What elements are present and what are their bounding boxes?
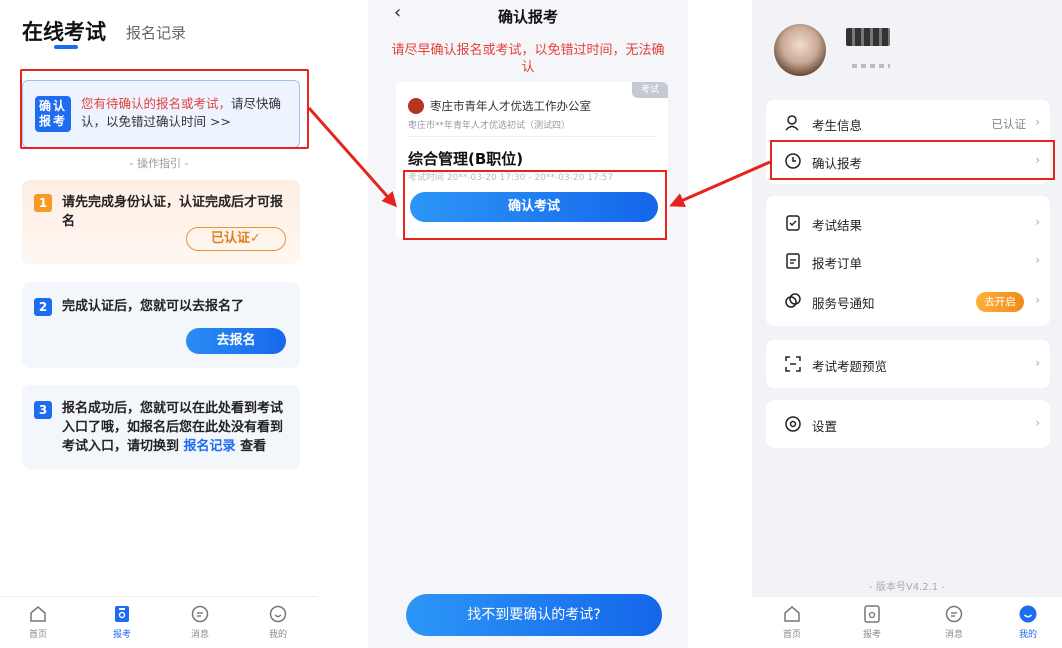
tab-label: 首页 (782, 630, 801, 640)
menu-label: 考试结果 (812, 218, 863, 233)
tab-home[interactable]: 首页 (764, 604, 820, 640)
chevron-right-icon: › (1035, 293, 1040, 307)
tab-label: 消息 (190, 630, 209, 640)
tab-registration-records[interactable]: 报名记录 (126, 22, 186, 43)
menu-label: 服务号通知 (812, 296, 875, 311)
exam-name: 综合管理(B职位) (408, 150, 524, 168)
menu-item-apply-orders[interactable]: 报考订单 › (766, 244, 1050, 278)
tutorial-composite: 在线考试 报名记录 确认 报考 您有待确认的报名或考试，请尽快确认，以免错过确认时… (0, 0, 1062, 648)
tab-messages[interactable]: 消息 (926, 604, 982, 640)
records-link[interactable]: 报名记录 (184, 439, 236, 454)
divider (408, 136, 656, 137)
exam-subtitle: 枣庄市**年青年人才优选初试（测试四） (408, 121, 571, 131)
menu-group-preview: 考试考题预览 › (766, 340, 1050, 388)
step-number-3: 3 (34, 401, 52, 419)
version-label: - 版本号V4.2.1 - (869, 582, 945, 593)
page-title: 确认报考 (497, 8, 558, 26)
apply-icon (864, 605, 880, 623)
tab-profile[interactable]: 我的 (1000, 604, 1056, 640)
menu-label: 报考订单 (812, 256, 863, 271)
step-number-2: 2 (34, 298, 52, 316)
menu-item-question-preview[interactable]: 考试考题预览 › (766, 347, 1050, 381)
profile-screen: 考生信息 已认证 › 确认报考 › 考试结果 › 报考订单 › 服务号通知 去开… (752, 0, 1062, 648)
menu-item-candidate-info[interactable]: 考生信息 已认证 › (766, 106, 1050, 140)
message-icon (945, 605, 963, 623)
page-title: 在线考试 (22, 20, 106, 44)
apply-icon (115, 606, 129, 622)
verified-button[interactable]: 已认证✓ (186, 227, 286, 251)
profile-icon (1019, 605, 1037, 623)
chevron-right-icon: › (1035, 215, 1040, 229)
step-number-1: 1 (34, 194, 52, 212)
tab-label: 报考 (112, 630, 131, 640)
chevron-right-icon: › (1035, 253, 1040, 267)
tab-label: 我的 (1018, 630, 1037, 640)
go-apply-button[interactable]: 去报名 (186, 328, 286, 354)
confirm-exam-screen: ‹ 确认报考 请尽早确认报名或考试，以免错过时间，无法确认 考试 枣庄市青年人才… (368, 0, 688, 648)
annotation-highlight-box (770, 140, 1055, 180)
blurred-user-id (852, 64, 890, 68)
tab-apply[interactable]: 报考 (844, 604, 900, 640)
home-icon (784, 606, 800, 622)
annotation-highlight-box (403, 170, 667, 240)
guide-heading: - 操作指引 - (129, 157, 189, 170)
avatar[interactable] (774, 24, 826, 76)
tab-home[interactable]: 首页 (10, 604, 66, 640)
exam-tag-badge: 考试 (632, 82, 668, 98)
menu-label: 设置 (812, 419, 838, 434)
step-card-verify: 1 请先完成身份认证，认证完成后才可报名 已认证✓ (22, 180, 300, 264)
person-icon (785, 115, 799, 131)
active-tab-indicator (54, 45, 78, 49)
menu-label: 考试考题预览 (812, 359, 888, 374)
step-card-entry: 3 报名成功后，您就可以在此处看到考试入口了哦，如报名后您在此处没有看到考试入口… (22, 385, 300, 469)
step3-text-after: 查看 (235, 439, 267, 454)
chevron-right-icon: › (1035, 416, 1040, 430)
organization-name: 枣庄市青年人才优选工作办公室 (430, 99, 591, 113)
preview-icon (785, 356, 801, 372)
menu-item-settings[interactable]: 设置 › (766, 407, 1050, 441)
step-card-apply: 2 完成认证后，您就可以去报名了 去报名 (22, 282, 300, 368)
menu-group-settings: 设置 › (766, 400, 1050, 448)
clipboard-icon (786, 215, 800, 231)
notify-icon (785, 293, 801, 308)
profile-icon (269, 605, 287, 623)
online-exam-screen: 在线考试 报名记录 确认 报考 您有待确认的报名或考试，请尽快确认，以免错过确认时… (0, 0, 318, 648)
enable-notify-badge[interactable]: 去开启 (976, 292, 1024, 312)
tab-label: 报考 (862, 630, 881, 640)
bottom-tab-bar: 首页 报考 消息 我的 (0, 596, 318, 648)
tab-profile[interactable]: 我的 (250, 604, 306, 640)
verification-status: 已认证 (991, 117, 1027, 131)
tab-label: 首页 (28, 630, 47, 640)
blurred-username (846, 28, 890, 46)
tab-label: 消息 (944, 630, 963, 640)
menu-item-exam-results[interactable]: 考试结果 › (766, 206, 1050, 240)
menu-label: 考生信息 (812, 118, 863, 133)
confirm-warning: 请尽早确认报名或考试，以免错过时间，无法确认 (391, 43, 665, 75)
menu-group-exam: 考试结果 › 报考订单 › 服务号通知 去开启 › (766, 196, 1050, 326)
step-text-2: 完成认证后，您就可以去报名了 (62, 299, 245, 314)
tab-label: 我的 (268, 630, 287, 640)
menu-item-service-notify[interactable]: 服务号通知 去开启 › (766, 284, 1050, 318)
step-text-1: 请先完成身份认证，认证完成后才可报名 (62, 195, 284, 229)
chevron-right-icon: › (1035, 356, 1040, 370)
message-icon (191, 605, 209, 623)
order-icon (786, 253, 800, 269)
exam-not-found-button[interactable]: 找不到要确认的考试? (406, 594, 662, 636)
bottom-tab-bar: 首页 报考 消息 我的 (752, 596, 1062, 648)
tab-messages[interactable]: 消息 (172, 604, 228, 640)
home-icon (30, 606, 46, 622)
organization-logo-icon (408, 98, 424, 114)
chevron-right-icon: › (1035, 115, 1040, 129)
annotation-highlight-box (20, 69, 309, 149)
step-text-3: 报名成功后，您就可以在此处看到考试入口了哦，如报名后您在此处没有看到考试入口，请… (62, 399, 294, 456)
tab-apply[interactable]: 报考 (94, 604, 150, 640)
settings-icon (785, 416, 801, 432)
